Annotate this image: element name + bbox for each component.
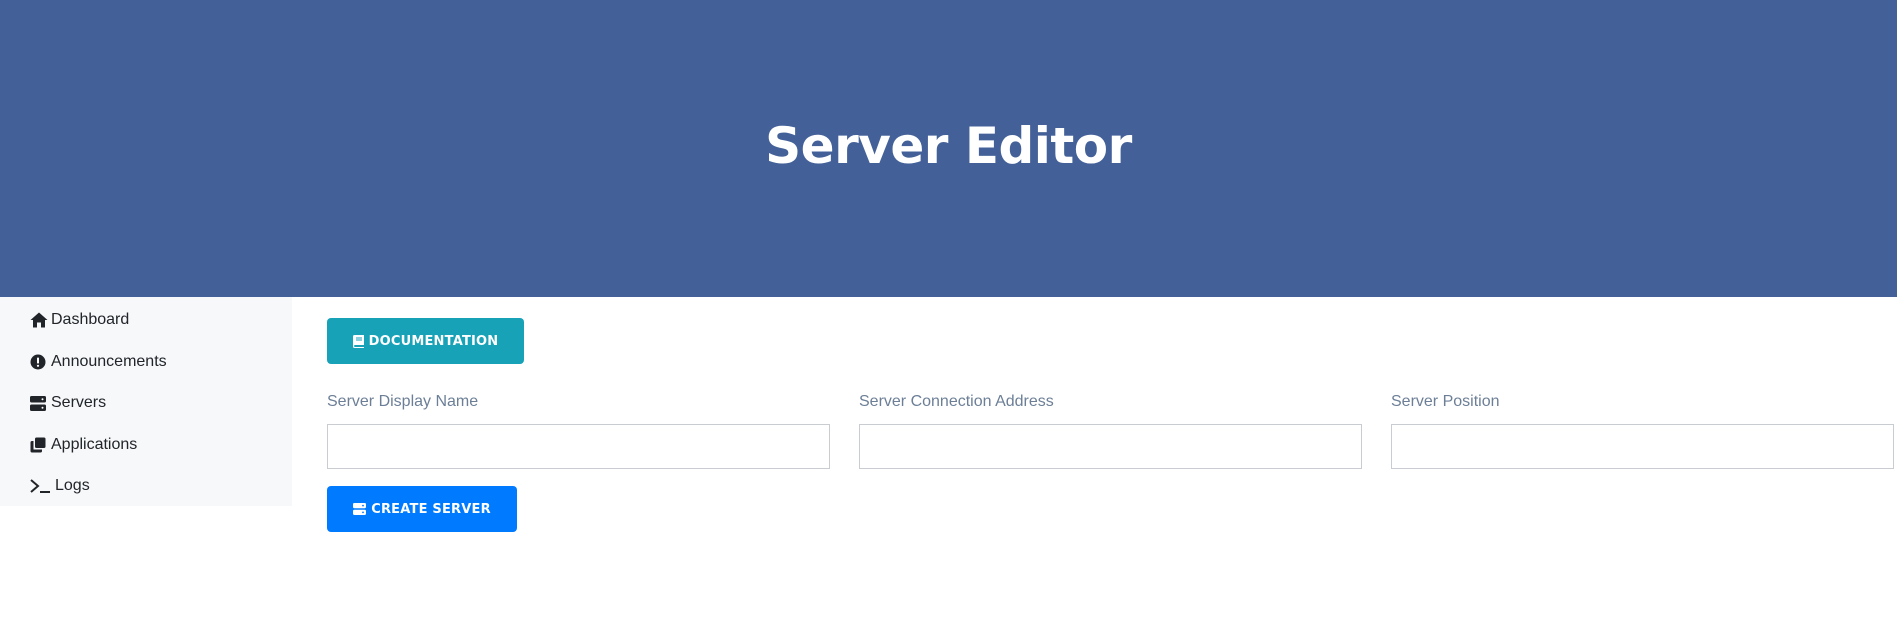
documentation-button-label: DOCUMENTATION: [368, 333, 499, 349]
sidebar-item-label: Servers: [51, 394, 107, 411]
server-icon: [353, 503, 367, 515]
page-header-banner: Server Editor: [0, 0, 1897, 297]
sidebar-item-dashboard[interactable]: Dashboard: [30, 309, 129, 331]
server-display-name-input[interactable]: [327, 424, 830, 469]
server-position-input[interactable]: [1391, 424, 1894, 469]
create-server-button[interactable]: CREATE SERVER: [327, 486, 517, 532]
sidebar-item-label: Applications: [51, 436, 138, 453]
sidebar-item-label: Logs: [55, 477, 90, 494]
server-icon: [30, 394, 50, 412]
sidebar-item-label: Dashboard: [51, 311, 130, 328]
sidebar: Dashboard Announcements Servers Applicat…: [0, 297, 292, 506]
page-title: Server Editor: [765, 116, 1132, 175]
server-position-label: Server Position: [1391, 393, 1500, 410]
sidebar-item-label: Announcements: [51, 353, 167, 370]
create-server-button-label: CREATE SERVER: [371, 501, 491, 517]
main-content: DOCUMENTATION Server Display Name Server…: [292, 297, 1897, 622]
sidebar-item-announcements[interactable]: Announcements: [30, 351, 167, 373]
sidebar-item-logs[interactable]: Logs: [30, 475, 90, 497]
terminal-icon: [30, 477, 54, 495]
home-icon: [30, 311, 50, 329]
book-icon: [352, 334, 364, 348]
documentation-button[interactable]: DOCUMENTATION: [327, 318, 524, 364]
server-connection-address-input[interactable]: [859, 424, 1362, 469]
server-connection-address-label: Server Connection Address: [859, 393, 1054, 410]
server-display-name-label: Server Display Name: [327, 393, 479, 410]
exclamation-circle-icon: [30, 353, 50, 371]
clone-icon: [30, 436, 50, 454]
sidebar-item-applications[interactable]: Applications: [30, 434, 137, 456]
sidebar-item-servers[interactable]: Servers: [30, 392, 106, 414]
